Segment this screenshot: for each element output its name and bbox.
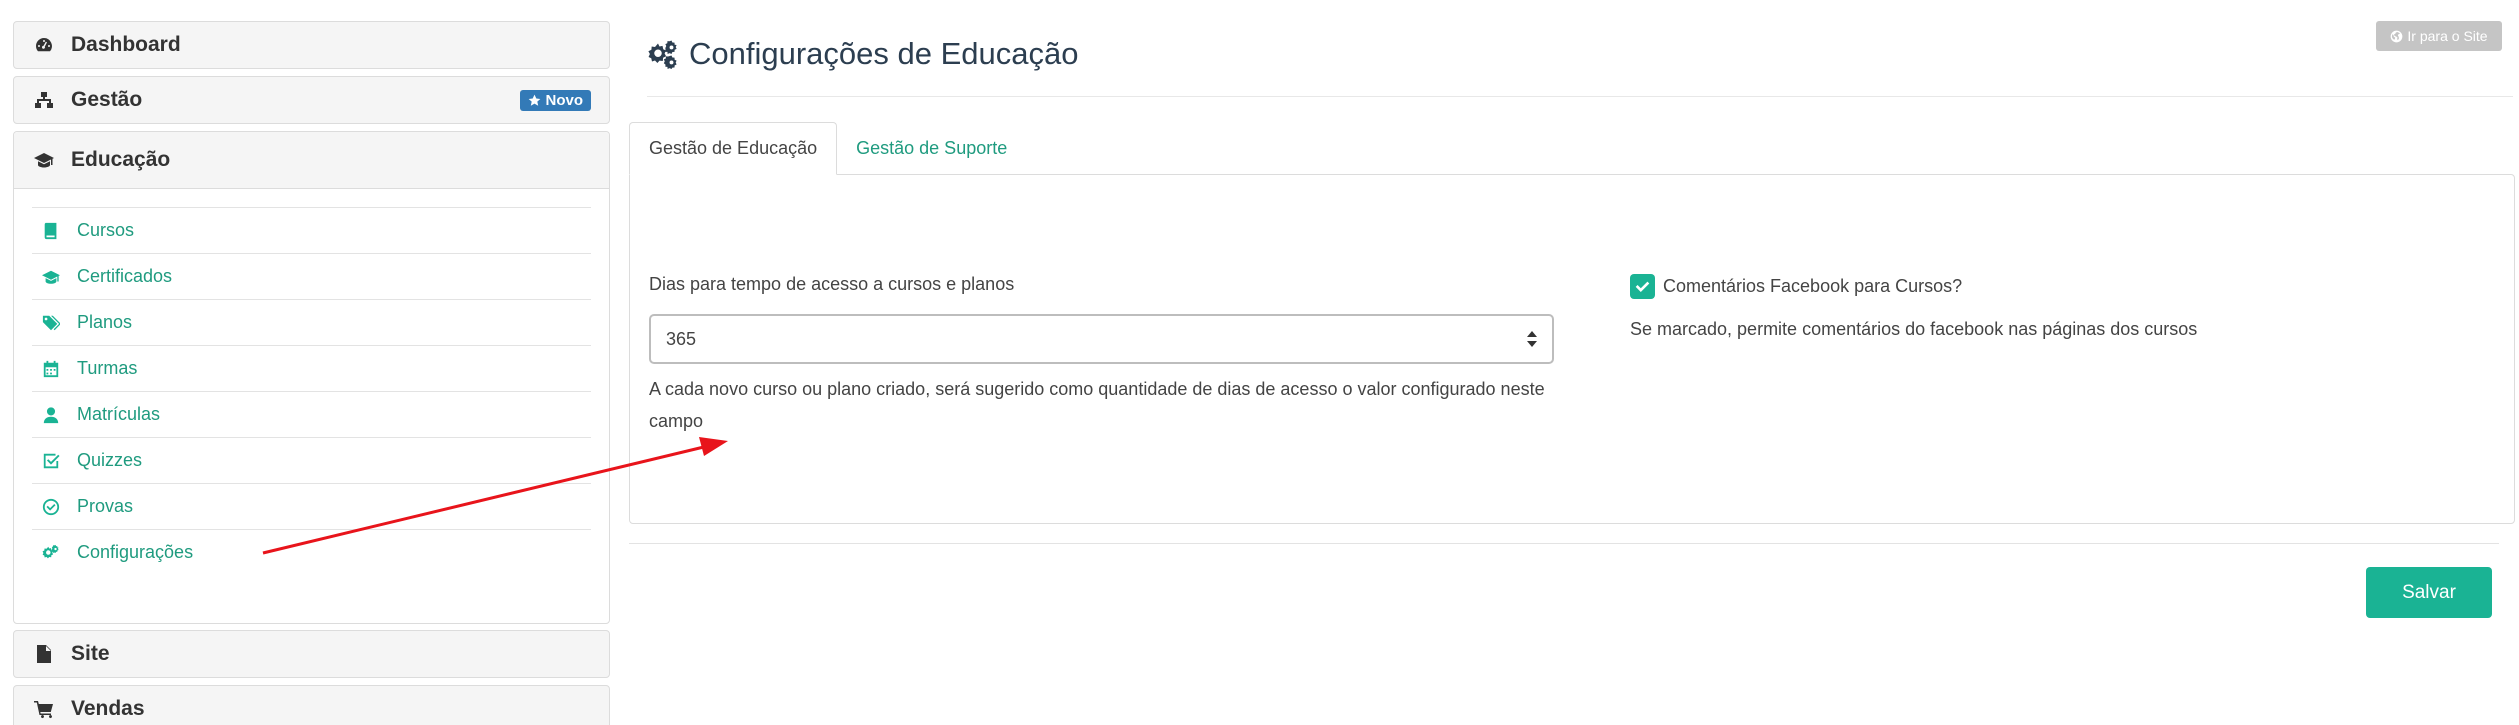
dashboard-icon [33,34,55,56]
facebook-comments-label: Comentários Facebook para Cursos? [1663,276,1963,296]
check-icon [1635,281,1650,293]
submenu-item-planos[interactable]: Planos [32,299,591,345]
submenu-item-provas[interactable]: Provas [32,483,591,529]
sidebar-item-label: Educação [71,148,171,171]
graduation-cap-icon [33,149,55,171]
star-icon [528,94,540,106]
sidebar: Dashboard Gestão Novo Educação Cursos Ce… [13,21,610,725]
graduation-cap-icon [41,267,61,287]
days-access-input[interactable]: 365 [649,314,1554,364]
sitemap-icon [33,89,55,111]
sidebar-item-educacao[interactable]: Educação [14,132,609,189]
user-icon [41,405,61,425]
gears-icon [41,543,61,563]
submenu-item-certificados[interactable]: Certificados [32,253,591,299]
form-footer-divider [629,543,2499,544]
new-badge: Novo [519,90,591,111]
tab-panel: Dias para tempo de acesso a cursos e pla… [629,174,2515,524]
days-help-text: A cada novo curso ou plano criado, será … [649,379,1545,431]
tab-gestao-educacao[interactable]: Gestão de Educação [629,122,838,175]
spinner-arrows-icon [1527,331,1537,347]
check-square-icon [41,451,61,471]
sidebar-item-vendas[interactable]: Vendas [13,685,610,725]
submenu-item-turmas[interactable]: Turmas [32,345,591,391]
sidebar-item-label: Gestão [71,88,143,111]
sidebar-item-label: Dashboard [71,33,181,56]
submenu-item-quizzes[interactable]: Quizzes [32,437,591,483]
days-access-value: 365 [666,328,697,349]
tab-gestao-suporte[interactable]: Gestão de Suporte [837,122,1026,175]
educacao-submenu: Cursos Certificados Planos Turmas Matríc… [14,189,609,623]
gears-icon [648,40,677,69]
save-button[interactable]: Salvar [2366,567,2492,618]
tags-icon [41,313,61,333]
number-spinner[interactable] [1526,329,1538,349]
sidebar-item-gestao[interactable]: Gestão Novo [13,76,610,124]
globe-icon [2391,30,2403,42]
facebook-comments-option: Comentários Facebook para Cursos? [1630,274,1962,299]
title-divider [647,96,2513,97]
sidebar-panel-educacao: Educação Cursos Certificados Planos Turm… [13,131,610,624]
submenu-item-matriculas[interactable]: Matrículas [32,391,591,437]
file-icon [33,643,55,665]
facebook-comments-checkbox[interactable] [1630,274,1655,299]
sidebar-item-label: Vendas [71,697,145,720]
calendar-icon [41,359,61,379]
facebook-help-text: Se marcado, permite comentários do faceb… [1630,319,2198,339]
shopping-cart-icon [33,698,55,720]
page-title: Configurações de Educação [647,36,1078,72]
check-circle-icon [41,497,61,517]
tab-bar: Gestão de Educação Gestão de Suporte [629,122,1026,175]
submenu-item-configuracoes[interactable]: Configurações [32,529,591,575]
go-to-site-button[interactable]: Ir para o Site [2376,21,2502,51]
days-field-label: Dias para tempo de acesso a cursos e pla… [649,274,1015,294]
book-icon [41,221,61,241]
sidebar-item-label: Site [71,642,110,665]
sidebar-item-dashboard[interactable]: Dashboard [13,21,610,69]
sidebar-item-site[interactable]: Site [13,630,610,678]
submenu-item-cursos[interactable]: Cursos [32,207,591,253]
